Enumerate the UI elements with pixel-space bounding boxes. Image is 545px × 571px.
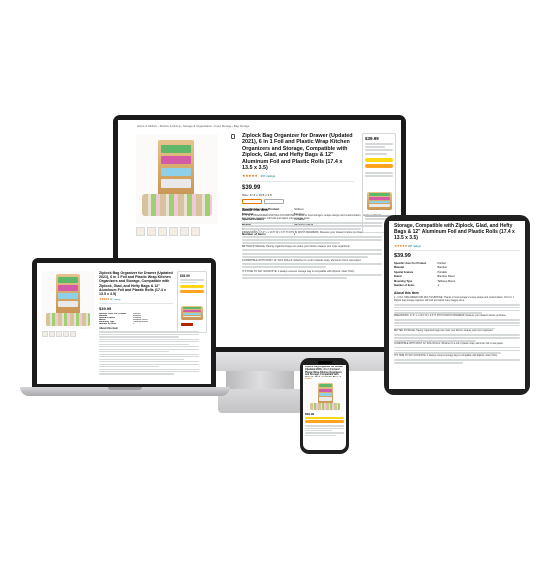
thumbnail[interactable]	[158, 227, 167, 236]
buy-now-button[interactable]	[180, 289, 204, 293]
thumbnail[interactable]	[63, 331, 69, 337]
phone-gallery[interactable]	[305, 380, 344, 411]
phone-product-page: Ziplock Bag Organizer for Drawer (Update…	[303, 365, 346, 450]
product-title: Ziplock Bag Organizer for Drawer (Update…	[99, 271, 173, 297]
price: $39.99	[242, 185, 261, 192]
tablet-product-page: Storage, Compatible with Ziplock, Glad, …	[389, 221, 525, 389]
thumbnail[interactable]	[180, 227, 189, 236]
foil-rolls-image	[310, 402, 340, 410]
product-main-image[interactable]	[158, 140, 194, 198]
bullet: BETTER STORAGE: Having organized bags ca…	[394, 330, 494, 333]
buy-now-button[interactable]	[305, 420, 344, 423]
ratings-count-link[interactable]: 367 ratings	[408, 245, 421, 248]
thumbnail[interactable]	[191, 227, 200, 236]
monitor-stand-neck	[226, 371, 294, 389]
thumbnail[interactable]	[42, 331, 48, 337]
share-icon[interactable]	[231, 134, 235, 139]
thumbnail[interactable]	[56, 331, 62, 337]
add-to-cart-button[interactable]	[180, 285, 204, 289]
thumbnail[interactable]	[169, 227, 178, 236]
about-full: About this item 4 - 6 IN 1 ORGANIZER AND…	[242, 208, 382, 280]
sponsored-product-image[interactable]	[181, 306, 203, 320]
bullet: COMPATIBLE WITH MOST 12" FOIL ROLLS: Whe…	[394, 342, 504, 345]
thumbnail-strip	[136, 227, 200, 236]
product-main-image[interactable]	[318, 382, 333, 405]
monitor-stand-base	[218, 389, 302, 413]
bullet: BETTER STORAGE: Having organized bags ca…	[242, 245, 350, 249]
ratings-count-link[interactable]: 367 ratings	[110, 299, 121, 301]
bullet: DIMENSIONS: 17.4" L x 13.5" W x 3.5" H F…	[242, 231, 365, 235]
price: $39.99	[305, 411, 315, 416]
laptop-product-info: Ziplock Bag Organizer for Drawer (Update…	[99, 271, 173, 325]
star-rating[interactable]: ★★★★★	[99, 297, 110, 301]
star-rating[interactable]: ★★★★★	[242, 173, 258, 178]
about-heading: About this item	[394, 291, 419, 296]
add-to-cart-button[interactable]	[365, 157, 393, 162]
foil-rolls-image	[46, 313, 90, 326]
bullet: IT'S TIME TO SAY GOOD BYE: It always ens…	[394, 355, 498, 358]
thumbnail[interactable]	[70, 331, 76, 337]
bullet: 4 - 6 IN 1 ORGANIZER AND MULTI-PURPOSE: …	[394, 297, 514, 303]
thumbnail[interactable]	[136, 227, 145, 236]
laptop-buy-box: $39.99	[177, 271, 207, 333]
buybox-price: $39.99	[180, 274, 190, 278]
size-option-selected[interactable]	[242, 199, 262, 205]
spec-table: Specific Uses For Product Kitchen Materia…	[394, 261, 456, 288]
add-to-cart-button[interactable]	[305, 416, 344, 419]
bullet: 4 - 6 IN 1 ORGANIZER AND MULTI-PURPOSE: …	[242, 214, 382, 221]
laptop-product-page: Ziplock Bag Organizer for Drawer (Update…	[37, 263, 211, 384]
laptop-gallery[interactable]	[42, 271, 94, 329]
price: $39.99	[99, 306, 112, 312]
buybox-price: $39.99	[365, 136, 379, 141]
sponsored-label	[181, 323, 193, 326]
product-title: Ziplock Bag Organizer for Drawer (Update…	[242, 133, 353, 171]
buy-now-button[interactable]	[365, 163, 393, 168]
bullet: DIMENSIONS: 17.4" L x 13.5" W x 3.5" H F…	[394, 315, 507, 318]
thumbnail[interactable]	[49, 331, 55, 337]
product-main-image[interactable]	[56, 274, 80, 314]
foil-rolls-image	[142, 194, 212, 216]
ratings-count-link[interactable]: 367 ratings	[260, 174, 275, 178]
price: $39.99	[394, 252, 411, 259]
laptop-about: About this item	[99, 327, 199, 376]
image-gallery[interactable]	[136, 134, 218, 224]
about-heading: About this item	[99, 327, 118, 330]
laptop-notch	[108, 387, 142, 390]
product-title: Ziplock Bag Organizer for Drawer (Update…	[305, 366, 343, 377]
size-label: Size: 17.4 x 13.5 x 3.5	[242, 193, 272, 198]
thumbnail[interactable]	[147, 227, 156, 236]
star-rating[interactable]: ★★★★★	[394, 244, 408, 248]
bullet: IT'S TIME TO SAY GOOD BYE: It always ens…	[242, 269, 355, 273]
phone-notch	[318, 361, 332, 364]
product-title: Storage, Compatible with Ziplock, Glad, …	[394, 223, 515, 241]
about-heading: About this item	[242, 208, 269, 212]
sponsored-product-image[interactable]	[367, 192, 392, 210]
size-option[interactable]	[264, 199, 284, 205]
star-rating[interactable]: ★★★★★	[305, 378, 312, 380]
bullet: COMPATIBLE WITH MOST 12" FOIL ROLLS: Whe…	[242, 258, 362, 262]
spec-table: Specific Uses For Product Kitchen Materia…	[99, 313, 148, 326]
breadcrumb[interactable]: Home & Kitchen › Kitchen & Dining › Stor…	[137, 124, 396, 128]
